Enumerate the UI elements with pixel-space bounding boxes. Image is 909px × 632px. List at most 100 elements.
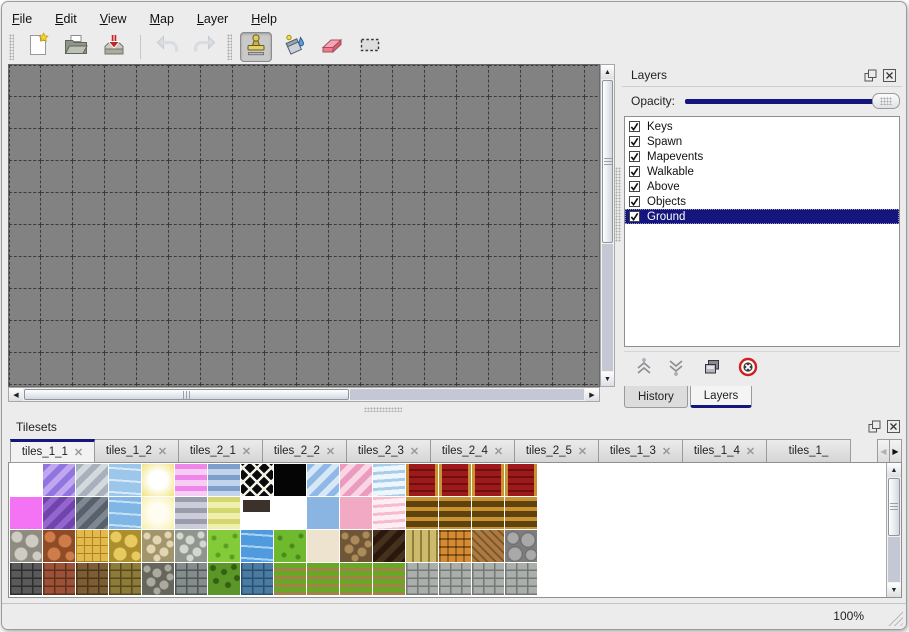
- tile-grass-furrows[interactable]: [274, 563, 306, 595]
- layer-visibility-checkbox[interactable]: [629, 181, 640, 192]
- tile-yellow-glow[interactable]: [142, 464, 174, 496]
- tile-blue[interactable]: [307, 497, 339, 529]
- toolbar-drag-handle[interactable]: [227, 34, 232, 60]
- layer-row-mapevents[interactable]: Mapevents: [625, 149, 899, 164]
- tileset-tab-tiles_2_2[interactable]: tiles_2_2✕: [262, 439, 347, 463]
- tile-bright-grass[interactable]: [208, 530, 240, 562]
- scroll-up-button[interactable]: ▲: [887, 463, 901, 477]
- tile-olive-stone-wall[interactable]: [109, 563, 141, 595]
- tile-blue-waves[interactable]: [373, 464, 405, 496]
- scroll-left-button[interactable]: ◀: [9, 388, 23, 401]
- close-tab-icon[interactable]: ✕: [74, 446, 83, 459]
- select-tool-button[interactable]: [354, 32, 386, 62]
- tile-yellow-stones[interactable]: [109, 530, 141, 562]
- tile-gray-glass[interactable]: [76, 464, 108, 496]
- layer-visibility-checkbox[interactable]: [629, 136, 640, 147]
- close-dock-icon[interactable]: [886, 420, 900, 434]
- layer-visibility-checkbox[interactable]: [629, 196, 640, 207]
- tile-stone-brick-wall[interactable]: [439, 563, 471, 595]
- menu-map[interactable]: Map: [150, 12, 174, 26]
- tile-blue-brick-wall[interactable]: [241, 563, 273, 595]
- layer-row-keys[interactable]: Keys: [625, 119, 899, 134]
- layer-visibility-checkbox[interactable]: [629, 211, 640, 222]
- tileset-tab-tiles_2_1[interactable]: tiles_2_1✕: [178, 439, 263, 463]
- vertical-splitter-handle[interactable]: [615, 167, 621, 242]
- tile-dark-gray-glass[interactable]: [76, 497, 108, 529]
- menu-layer[interactable]: Layer: [197, 12, 228, 26]
- menu-view[interactable]: View: [100, 12, 127, 26]
- layer-row-spawn[interactable]: Spawn: [625, 134, 899, 149]
- scrollbar-thumb[interactable]: [888, 478, 900, 536]
- tile-grass[interactable]: [274, 530, 306, 562]
- map-canvas[interactable]: [8, 64, 600, 387]
- layer-visibility-checkbox[interactable]: [629, 166, 640, 177]
- tile-dark-purple-glass[interactable]: [43, 497, 75, 529]
- tileset-tab-tiles_1_4[interactable]: tiles_1_4✕: [682, 439, 767, 463]
- tileset-tab-tiles_2_3[interactable]: tiles_2_3✕: [346, 439, 431, 463]
- close-tab-icon[interactable]: ✕: [410, 445, 419, 458]
- scrollbar-track[interactable]: [350, 389, 584, 400]
- scrollbar-track[interactable]: [888, 537, 900, 582]
- scroll-down-button[interactable]: ▼: [601, 372, 614, 386]
- tile-gray-brick-wall[interactable]: [175, 563, 207, 595]
- tab-scroll-right-button[interactable]: ▶: [889, 439, 902, 463]
- raise-layer-button[interactable]: [632, 355, 656, 379]
- save-button[interactable]: [98, 32, 130, 62]
- tile-gray-stone-blocks[interactable]: [10, 530, 42, 562]
- tile-dark-shingles[interactable]: [373, 530, 405, 562]
- tile-hedge[interactable]: [208, 563, 240, 595]
- tile-gold-stripe-carpet[interactable]: [505, 497, 537, 529]
- tileset-tab-tiles_1_3[interactable]: tiles_1_3✕: [598, 439, 683, 463]
- tile-gold-cobbles[interactable]: [76, 530, 108, 562]
- tile-gold-stripe-carpet[interactable]: [439, 497, 471, 529]
- tile-gold-stripe-carpet[interactable]: [406, 497, 438, 529]
- layer-row-above[interactable]: Above: [625, 179, 899, 194]
- tile-beige-pebbles[interactable]: [142, 530, 174, 562]
- tile-blank[interactable]: [10, 464, 42, 496]
- toolbar-drag-handle[interactable]: [9, 34, 14, 60]
- fill-tool-button[interactable]: [278, 32, 310, 62]
- menu-help[interactable]: Help: [251, 12, 277, 26]
- layer-row-ground[interactable]: Ground: [625, 209, 899, 224]
- tile-yellow-stripes[interactable]: [208, 497, 240, 529]
- tile-blank[interactable]: [274, 497, 306, 529]
- tileset-tab-tiles_1_2[interactable]: tiles_1_2✕: [94, 439, 179, 463]
- scrollbar-track[interactable]: [602, 244, 613, 371]
- tileset-tab-tiles_2_5[interactable]: tiles_2_5✕: [514, 439, 599, 463]
- open-button[interactable]: [60, 32, 92, 62]
- tile-grass-furrows[interactable]: [340, 563, 372, 595]
- tile-dark-panel[interactable]: [241, 497, 273, 529]
- duplicate-layer-button[interactable]: [700, 355, 724, 379]
- float-dock-icon[interactable]: [867, 420, 881, 434]
- tile-herringbone-wood[interactable]: [472, 530, 504, 562]
- tile-stone-logs[interactable]: [505, 530, 537, 562]
- eraser-tool-button[interactable]: [316, 32, 348, 62]
- new-button[interactable]: [22, 32, 54, 62]
- tile-terracotta-stones[interactable]: [43, 530, 75, 562]
- scroll-right-button[interactable]: ▶: [585, 388, 599, 401]
- stamp-tool-button[interactable]: [240, 32, 272, 62]
- close-tab-icon[interactable]: ✕: [494, 445, 503, 458]
- tile-red-carpet[interactable]: [406, 464, 438, 496]
- close-tab-icon[interactable]: ✕: [662, 445, 671, 458]
- close-dock-icon[interactable]: [882, 68, 896, 82]
- tile-basket-weave[interactable]: [439, 530, 471, 562]
- close-tab-icon[interactable]: ✕: [158, 445, 167, 458]
- tile-black-lattice[interactable]: [241, 464, 273, 496]
- tile-pale-yellow-glow[interactable]: [142, 497, 174, 529]
- tile-stone-brick-wall[interactable]: [406, 563, 438, 595]
- scroll-down-button[interactable]: ▼: [887, 583, 901, 597]
- scrollbar-thumb[interactable]: [602, 80, 613, 243]
- tile-stone-brick-wall[interactable]: [472, 563, 504, 595]
- layer-visibility-checkbox[interactable]: [629, 121, 640, 132]
- opacity-slider-handle[interactable]: [872, 93, 900, 109]
- tile-grass-furrows[interactable]: [373, 563, 405, 595]
- lower-layer-button[interactable]: [664, 355, 688, 379]
- layer-row-walkable[interactable]: Walkable: [625, 164, 899, 179]
- dock-tab-layers[interactable]: Layers: [690, 386, 753, 408]
- layer-row-objects[interactable]: Objects: [625, 194, 899, 209]
- tile-pebble-wall[interactable]: [142, 563, 174, 595]
- tile-gray-pebbles[interactable]: [175, 530, 207, 562]
- menu-file[interactable]: File: [12, 12, 32, 26]
- tileset-tab-tiles_1_1[interactable]: tiles_1_1✕: [10, 439, 95, 463]
